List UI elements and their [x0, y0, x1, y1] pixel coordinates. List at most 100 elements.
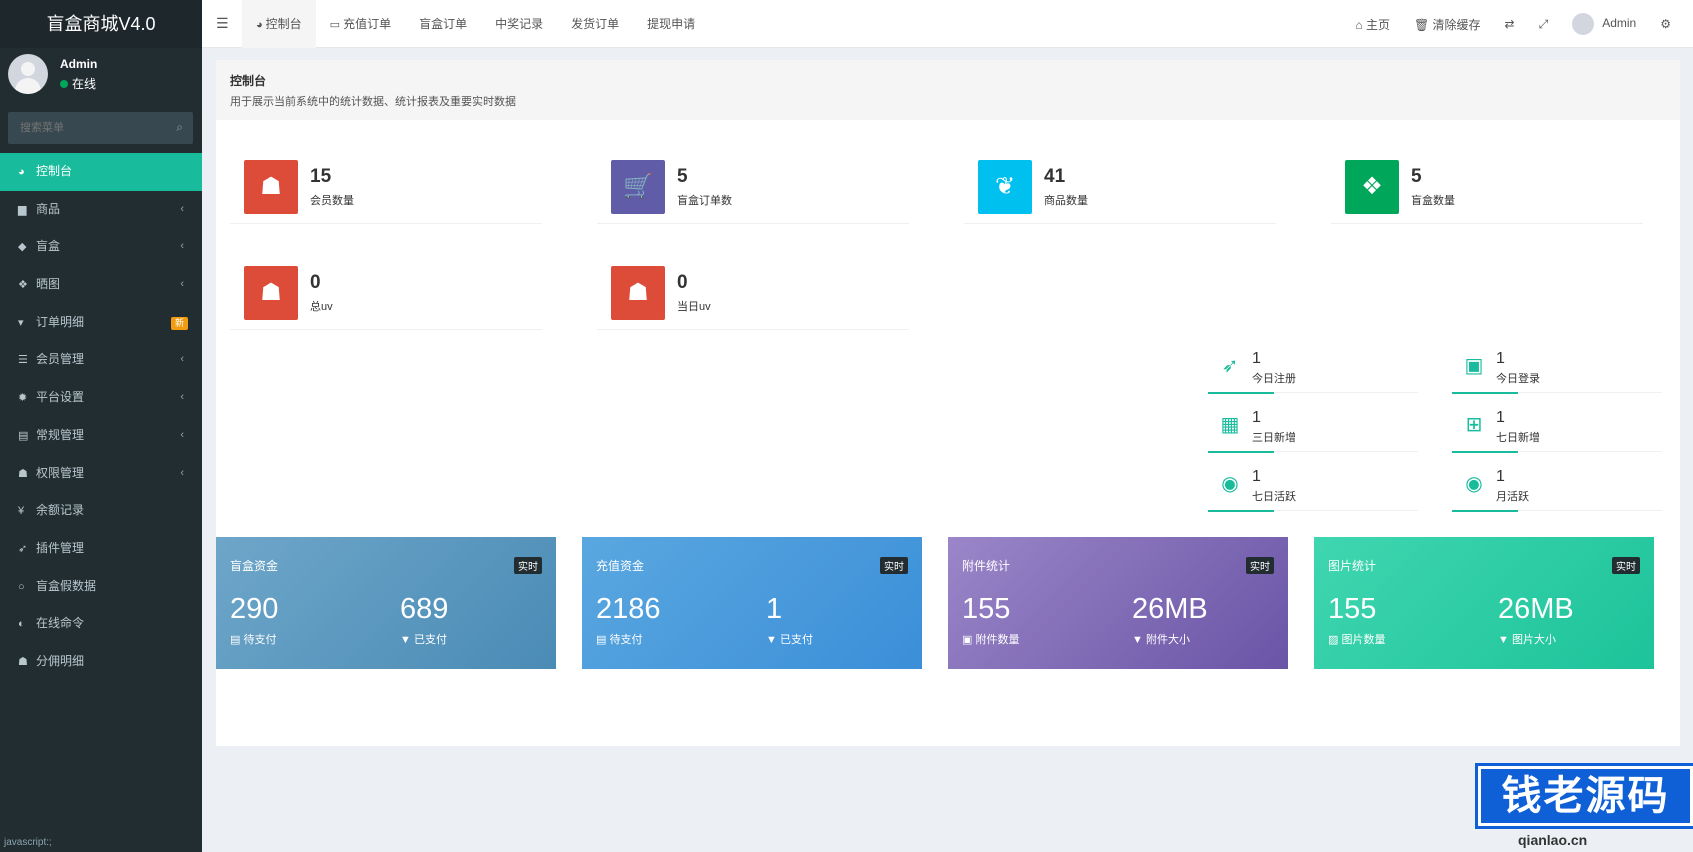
stat-value: 0: [677, 272, 688, 293]
clear-cache-label: 清除缓存: [1432, 17, 1481, 32]
chevron-left-icon: ‹: [180, 353, 184, 366]
sidebar-item[interactable]: ✹ 平台设置 ‹: [0, 379, 202, 417]
stat-value: 0: [310, 272, 321, 293]
sidebar-item[interactable]: ◕ 控制台: [0, 153, 202, 191]
sidebar-item[interactable]: ☗ 分佣明细: [0, 643, 202, 681]
app-logo-title[interactable]: 盲盒商城V4.0: [0, 0, 202, 48]
accent-bar: [1452, 392, 1518, 394]
avatar: [8, 54, 48, 94]
sidebar-menu: ◕ 控制台 ▆ 商品 ‹ ◆ 盲盒 ‹ ❖ 晒图 ‹ ▾ 订单明细 新 ☰ 会员管理 ‹ ✹ 平台设置 ‹ ▤ 常规管理 ‹…: [0, 153, 202, 681]
accent-bar: [1208, 392, 1274, 394]
users-icon: ☗: [611, 266, 665, 320]
clear-cache-button[interactable]: 🗑 清除缓存: [1402, 16, 1493, 33]
card-value-secondary: 26MB: [1498, 593, 1574, 625]
nav-tab[interactable]: 发货订单: [557, 0, 633, 48]
settings-icon[interactable]: ⚙: [1648, 17, 1683, 31]
page-header: 控制台 用于展示当前系统中的统计数据、统计报表及重要实时数据: [216, 60, 1680, 120]
database-icon: ▤: [18, 429, 29, 442]
sidebar-item[interactable]: ¥ 余额记录: [0, 492, 202, 530]
card-value-secondary: 689: [400, 593, 449, 625]
card-value-secondary: 1: [766, 593, 783, 625]
sidebar-item-label: 会员管理: [36, 352, 85, 367]
sidebar-item[interactable]: ▾ 订单明细 新: [0, 304, 202, 342]
list-icon: ☰: [18, 354, 28, 367]
accent-bar: [1208, 451, 1274, 453]
nav-tab[interactable]: ◕ 控制台: [242, 0, 316, 48]
admin-menu[interactable]: Admin: [1560, 13, 1648, 35]
mini-stat-value: 1: [1496, 468, 1505, 485]
fullscreen-icon[interactable]: ⤢: [1527, 17, 1561, 32]
dashboard-panel: 控制台 用于展示当前系统中的统计数据、统计报表及重要实时数据 ☗ 15 会员数量 🛒 5…: [216, 60, 1680, 746]
user-circle-icon: ◉: [1465, 473, 1483, 495]
status-bar-text: javascript:;: [4, 837, 52, 848]
mini-stat-value: 1: [1496, 350, 1505, 367]
sidebar-item[interactable]: ○ 盲盒假数据: [0, 568, 202, 606]
dropbox-icon: ❖: [1345, 160, 1399, 214]
stat-value: 5: [1411, 166, 1422, 187]
language-icon[interactable]: ⇄: [1493, 17, 1527, 31]
nav-tab[interactable]: 中奖记录: [481, 0, 557, 48]
mini-stat-label: 今日注册: [1252, 373, 1296, 385]
accent-bar: [1452, 451, 1518, 453]
sidebar-item[interactable]: ☰ 会员管理 ‹: [0, 341, 202, 379]
menu-search: ⌕: [8, 112, 193, 144]
sidebar-item[interactable]: ➶ 插件管理: [0, 530, 202, 568]
nav-tab-label: 发货订单: [571, 17, 620, 31]
sidebar-item-label: 控制台: [36, 164, 73, 178]
stat-card: 充值资金 实时 2186 1 ▤ 待支付 ▼ 已支付: [582, 537, 922, 669]
rocket-icon: ➶: [1221, 355, 1239, 377]
stat-value: 41: [1044, 166, 1066, 187]
card-title: 附件统计: [962, 559, 1011, 573]
menu-search-input[interactable]: [8, 112, 158, 144]
chevron-left-icon: ‹: [180, 391, 184, 404]
cart-icon: 🛒: [611, 160, 665, 214]
top-navbar: ☰ ◕ 控制台 ▭ 充值订单 盲盒订单 中奖记录 发货订单 提现申请 ⌂ 主页 🗑 清除缓存 …: [202, 0, 1693, 48]
mini-stat-label: 三日新增: [1252, 432, 1296, 444]
chevron-left-icon: ‹: [180, 428, 184, 441]
sidebar: 盲盒商城V4.0 Admin 在线 ⌕ ◕ 控制台 ▆ 商品 ‹ ◆ 盲盒 ‹ ❖ 晒图 ‹ ▾ 订单明…: [0, 0, 202, 852]
user-status: 在线: [60, 75, 96, 92]
stat-value: 5: [677, 166, 688, 187]
adjust-icon: ◐: [18, 618, 25, 631]
mini-stat: ⊞ 1 七日新增: [1452, 405, 1662, 457]
nav-tab[interactable]: 提现申请: [633, 0, 709, 48]
sidebar-item[interactable]: ▆ 商品 ‹: [0, 191, 202, 229]
stat-tile: ☗ 15 会员数量: [230, 146, 542, 224]
page-title: 控制台: [230, 74, 267, 88]
mini-stat: ◉ 1 月活跃: [1452, 464, 1662, 516]
battery-icon: ▭: [329, 19, 341, 31]
sidebar-item-label: 晒图: [36, 277, 61, 292]
home-link[interactable]: ⌂ 主页: [1343, 16, 1402, 33]
stat-tile: ☗ 0 当日uv: [597, 252, 909, 330]
sidebar-item-label: 在线命令: [36, 616, 85, 631]
realtime-badge: 实时: [1612, 557, 1640, 574]
card-title: 充值资金: [596, 559, 645, 573]
sidebar-item[interactable]: ❖ 晒图 ‹: [0, 266, 202, 304]
circle-icon: ○: [18, 580, 25, 593]
sidebar-item[interactable]: ▤ 常规管理 ‹: [0, 417, 202, 455]
nav-tab[interactable]: ▭ 充值订单: [316, 0, 405, 48]
realtime-badge: 实时: [1246, 557, 1274, 574]
mini-stat-label: 七日新增: [1496, 432, 1540, 444]
card-value-primary: 155: [962, 593, 1011, 625]
stat-tile: 🛒 5 盲盒订单数: [597, 146, 909, 224]
mini-stat: ◉ 1 七日活跃: [1208, 464, 1418, 516]
stat-label: 商品数量: [1044, 195, 1088, 207]
nav-tab[interactable]: 盲盒订单: [405, 0, 481, 48]
stat-card: 图片统计 实时 155 26MB ▨ 图片数量 ▼ 图片大小: [1314, 537, 1654, 669]
stat-tile: ❦ 41 商品数量: [964, 146, 1276, 224]
nav-tab-label: 控制台: [265, 17, 302, 31]
card-label-secondary: ▼ 已支付: [400, 634, 447, 646]
nav-tab-label: 中奖记录: [495, 17, 544, 31]
sidebar-item[interactable]: ◆ 盲盒 ‹: [0, 228, 202, 266]
sidebar-item[interactable]: ☗ 权限管理 ‹: [0, 455, 202, 493]
id-card-icon: ▣: [1464, 355, 1484, 377]
mini-stat-value: 1: [1496, 409, 1505, 426]
stat-label: 盲盒订单数: [677, 195, 732, 207]
sidebar-item[interactable]: ◐ 在线命令: [0, 605, 202, 643]
search-icon[interactable]: ⌕: [176, 120, 183, 135]
cube-icon: ◆: [18, 241, 27, 254]
card-value-primary: 155: [1328, 593, 1377, 625]
menu-toggle-icon[interactable]: ☰: [216, 15, 229, 32]
sidebar-item-label: 余额记录: [36, 503, 85, 518]
